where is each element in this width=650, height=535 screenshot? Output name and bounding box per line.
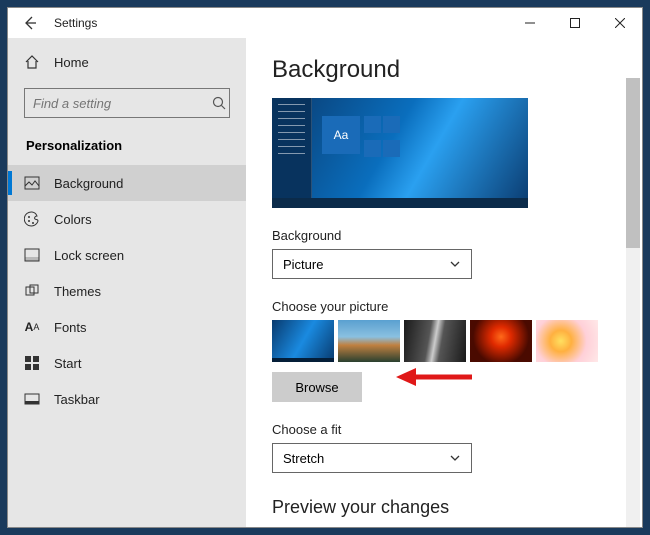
sidebar-item-colors[interactable]: Colors [8,201,246,237]
window-controls [507,8,642,38]
taskbar-icon [24,391,40,407]
sidebar: Home Personalization Background Colors L… [8,38,246,527]
back-button[interactable] [8,8,52,38]
picture-thumb-3[interactable] [404,320,466,362]
image-icon [24,175,40,191]
titlebar: Settings [8,8,642,38]
background-select-value: Picture [283,257,323,272]
picture-thumb-4[interactable] [470,320,532,362]
home-nav[interactable]: Home [8,46,246,78]
sidebar-item-label: Fonts [54,320,87,335]
home-icon [24,54,40,70]
settings-window: Settings Home [7,7,643,528]
picture-thumb-1[interactable] [272,320,334,362]
main-panel: Background Aa Background Picture [246,38,642,527]
chevron-down-icon [449,452,461,464]
page-title: Background [272,56,642,84]
themes-icon [24,283,40,299]
sidebar-item-fonts[interactable]: AA Fonts [8,309,246,345]
choose-picture-label: Choose your picture [272,299,642,314]
search-input[interactable] [33,96,211,111]
minimize-icon [525,18,535,28]
search-box[interactable] [24,88,230,118]
sidebar-item-label: Themes [54,284,101,299]
picture-thumbnails [272,320,642,362]
palette-icon [24,211,40,227]
content-area: Home Personalization Background Colors L… [8,38,642,527]
close-icon [615,18,625,28]
preview-image: Aa [272,98,528,208]
start-icon [24,355,40,371]
browse-button[interactable]: Browse [272,372,362,402]
annotation-arrow-icon [394,364,474,390]
scrollbar[interactable] [626,78,640,527]
chevron-down-icon [449,258,461,270]
fit-select-value: Stretch [283,451,324,466]
sidebar-item-label: Taskbar [54,392,100,407]
fonts-icon: AA [24,319,40,335]
background-select[interactable]: Picture [272,249,472,279]
picture-thumb-5[interactable] [536,320,598,362]
arrow-left-icon [22,15,38,31]
fit-label: Choose a fit [272,422,642,437]
sidebar-item-label: Background [54,176,123,191]
maximize-icon [570,18,580,28]
sidebar-item-label: Start [54,356,81,371]
category-header: Personalization [8,132,246,165]
lockscreen-icon [24,247,40,263]
background-label: Background [272,228,642,243]
maximize-button[interactable] [552,8,597,38]
sidebar-item-themes[interactable]: Themes [8,273,246,309]
sidebar-item-taskbar[interactable]: Taskbar [8,381,246,417]
scrollbar-thumb[interactable] [626,78,640,248]
sidebar-item-label: Colors [54,212,92,227]
search-icon [211,95,227,111]
section-preview-changes: Preview your changes [272,497,642,518]
sidebar-item-background[interactable]: Background [8,165,246,201]
sidebar-item-lockscreen[interactable]: Lock screen [8,237,246,273]
preview-sample-tile: Aa [322,116,360,154]
minimize-button[interactable] [507,8,552,38]
sidebar-item-start[interactable]: Start [8,345,246,381]
app-title: Settings [54,16,97,30]
close-button[interactable] [597,8,642,38]
home-label: Home [54,55,89,70]
fit-select[interactable]: Stretch [272,443,472,473]
sidebar-item-label: Lock screen [54,248,124,263]
picture-thumb-2[interactable] [338,320,400,362]
